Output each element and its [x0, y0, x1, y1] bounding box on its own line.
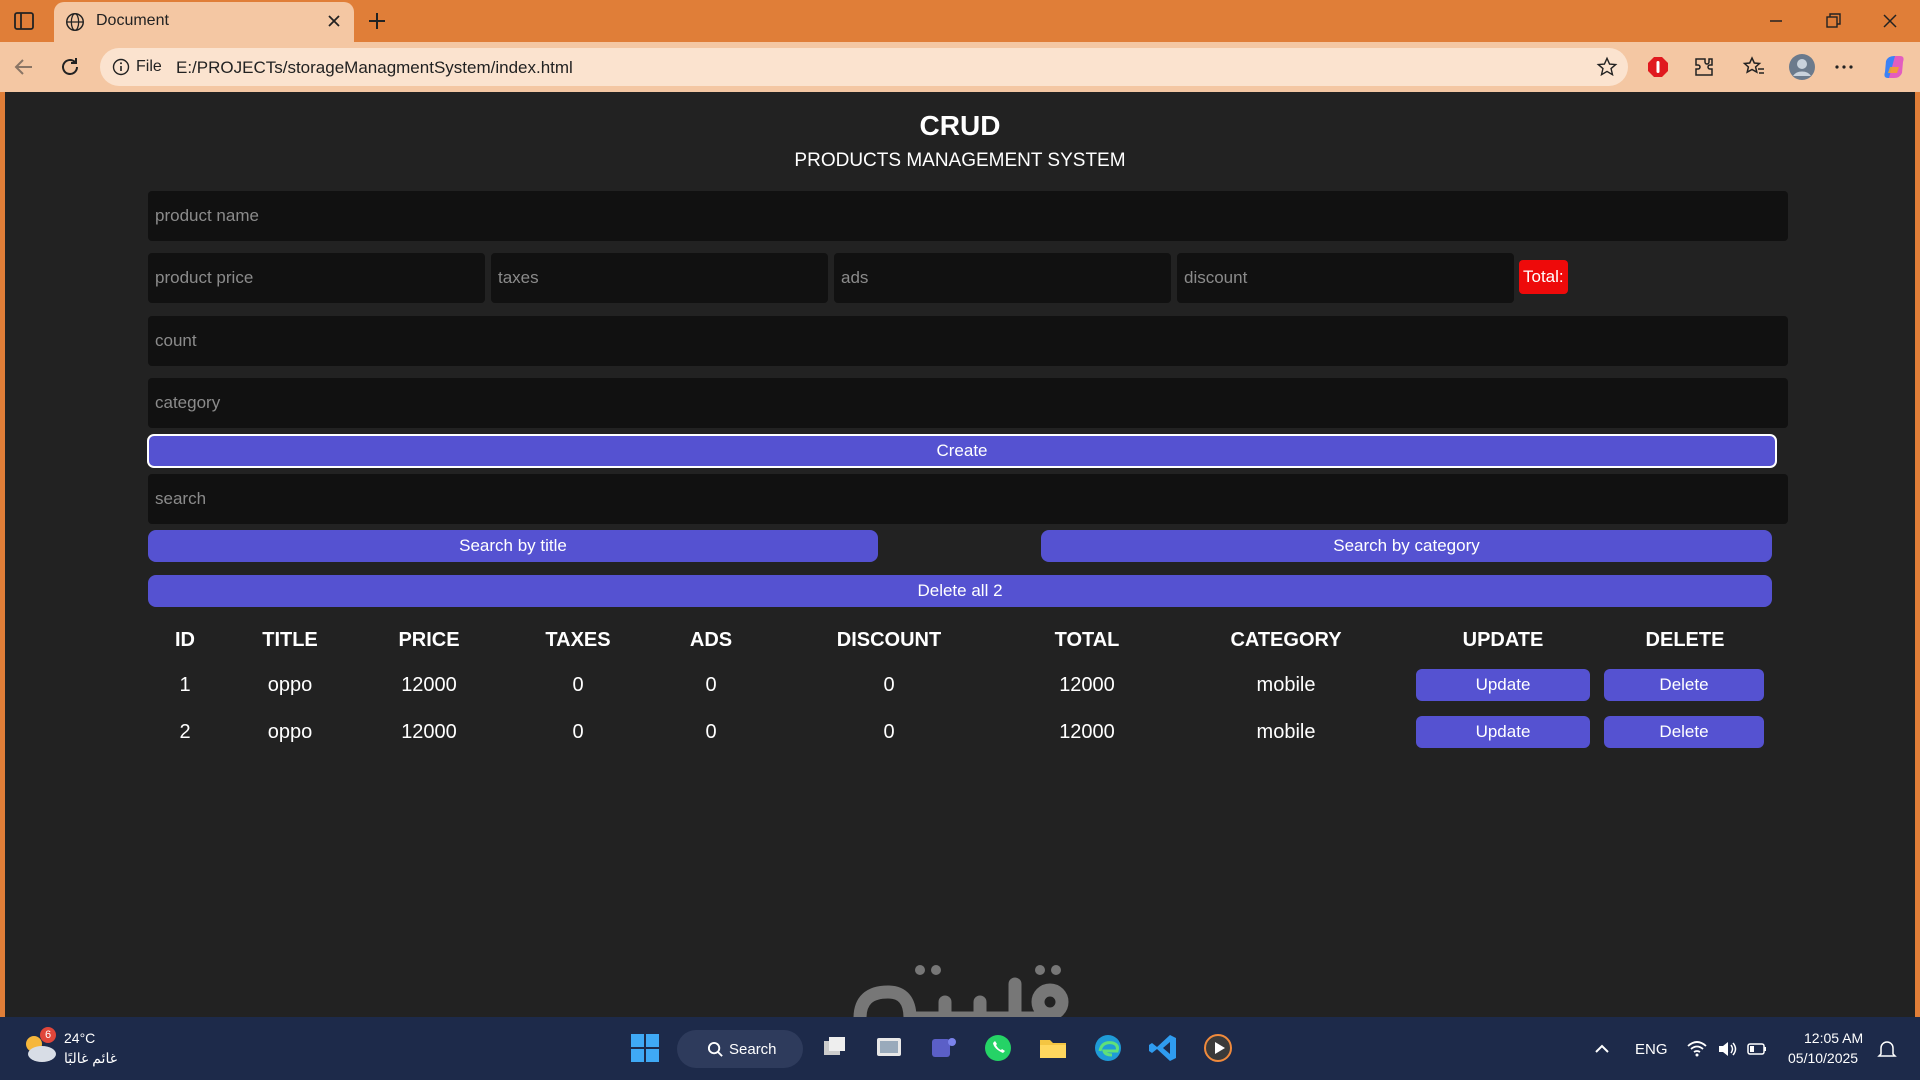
- browser-address-bar: File E:/PROJECTs/storageManagmentSystem/…: [0, 42, 1920, 92]
- cell-category: mobile: [1256, 721, 1316, 743]
- url-text: E:/PROJECTs/storageManagmentSystem/index…: [176, 58, 573, 77]
- cell-discount: 0: [883, 674, 895, 696]
- weather-temperature: 24°C: [64, 1030, 96, 1046]
- cell-price: 12000: [401, 674, 457, 696]
- cell-total: 12000: [1059, 674, 1115, 696]
- volume-icon[interactable]: [1716, 1038, 1738, 1060]
- teams-icon[interactable]: [926, 1031, 960, 1065]
- update-button[interactable]: Update: [1416, 669, 1590, 701]
- ads-input[interactable]: [834, 253, 1171, 303]
- tab-actions-icon[interactable]: [12, 9, 36, 33]
- cell-taxes: 0: [572, 674, 584, 696]
- header-delete: DELETE: [1645, 629, 1725, 651]
- header-update: UPDATE: [1462, 629, 1544, 651]
- category-input[interactable]: [148, 378, 1788, 428]
- header-id: ID: [175, 629, 195, 651]
- cell-id: 2: [179, 721, 191, 743]
- windows-start-icon[interactable]: [628, 1031, 662, 1065]
- weather-description: غائم غالبًا: [64, 1050, 118, 1066]
- clock-time[interactable]: 12:05 AM: [1804, 1030, 1863, 1046]
- copilot-icon[interactable]: [1880, 53, 1908, 81]
- taskbar-search-label: Search: [729, 1041, 777, 1058]
- watermark-logo: [853, 965, 1069, 1017]
- create-button[interactable]: Create: [147, 434, 1777, 468]
- browser-tab-bar: Document: [0, 0, 1920, 42]
- cell-ads: 0: [705, 721, 717, 743]
- extensions-icon[interactable]: [1692, 55, 1716, 79]
- search-by-category-button[interactable]: Search by category: [1041, 530, 1772, 562]
- cell-taxes: 0: [572, 721, 584, 743]
- taxes-input[interactable]: [491, 253, 828, 303]
- more-options-icon[interactable]: [1832, 55, 1856, 79]
- delete-button[interactable]: Delete: [1604, 669, 1764, 701]
- media-player-icon[interactable]: [1201, 1031, 1235, 1065]
- tab-title: Document: [96, 12, 169, 29]
- cell-title: oppo: [267, 674, 313, 696]
- wifi-icon[interactable]: [1686, 1038, 1708, 1060]
- task-view-icon[interactable]: [818, 1031, 852, 1065]
- adblock-icon[interactable]: [1646, 55, 1670, 79]
- chevron-up-icon[interactable]: [1590, 1037, 1614, 1061]
- header-price: PRICE: [398, 629, 460, 651]
- count-input[interactable]: [148, 316, 1788, 366]
- language-indicator[interactable]: ENG: [1635, 1041, 1668, 1058]
- search-by-title-button[interactable]: Search by title: [148, 530, 878, 562]
- file-explorer-icon[interactable]: [1036, 1031, 1070, 1065]
- url-field[interactable]: File E:/PROJECTs/storageManagmentSystem/…: [100, 48, 1628, 86]
- header-ads: ADS: [689, 629, 733, 651]
- total-badge: Total:: [1519, 260, 1568, 294]
- taskbar-search-button[interactable]: Search: [677, 1030, 803, 1068]
- new-tab-icon[interactable]: [364, 8, 390, 34]
- globe-icon: [66, 13, 84, 31]
- favorites-icon[interactable]: [1742, 55, 1766, 79]
- minimize-icon[interactable]: [1762, 8, 1790, 34]
- product-price-input[interactable]: [148, 253, 485, 303]
- notifications-icon[interactable]: [1876, 1038, 1898, 1060]
- close-window-icon[interactable]: [1876, 8, 1904, 34]
- cell-price: 12000: [401, 721, 457, 743]
- close-tab-icon[interactable]: [324, 11, 344, 31]
- header-discount: DISCOUNT: [836, 629, 942, 651]
- taskbar: 6 24°C غائم غالبًا Search ENG 12:05 AM 0…: [0, 1017, 1920, 1080]
- header-title: TITLE: [262, 629, 318, 651]
- search-input[interactable]: [148, 474, 1788, 524]
- back-arrow-icon[interactable]: [12, 55, 36, 79]
- cell-total: 12000: [1059, 721, 1115, 743]
- edge-browser-icon[interactable]: [1091, 1031, 1125, 1065]
- restore-icon[interactable]: [1819, 8, 1847, 34]
- page-title: CRUD: [919, 110, 1001, 141]
- delete-all-button[interactable]: Delete all 2: [148, 575, 1772, 607]
- update-button[interactable]: Update: [1416, 716, 1590, 748]
- whatsapp-icon[interactable]: [981, 1031, 1015, 1065]
- clock-date[interactable]: 05/10/2025: [1788, 1050, 1858, 1066]
- product-name-input[interactable]: [148, 191, 1788, 241]
- cell-ads: 0: [705, 674, 717, 696]
- cell-discount: 0: [883, 721, 895, 743]
- favorite-star-icon[interactable]: [1596, 56, 1618, 78]
- refresh-icon[interactable]: [58, 55, 82, 79]
- page-content: CRUD PRODUCTS MANAGEMENT SYSTEM Total: C…: [5, 92, 1915, 1017]
- header-category: CATEGORY: [1230, 629, 1342, 651]
- info-icon[interactable]: [112, 58, 130, 76]
- profile-avatar-icon[interactable]: [1788, 53, 1816, 81]
- cell-title: oppo: [267, 721, 313, 743]
- cell-category: mobile: [1256, 674, 1316, 696]
- vscode-icon[interactable]: [1146, 1031, 1180, 1065]
- header-taxes: TAXES: [545, 629, 611, 651]
- cell-id: 1: [179, 674, 191, 696]
- search-icon: [707, 1041, 723, 1057]
- browser-tab-active[interactable]: Document: [54, 2, 354, 42]
- url-scheme-label: File: [136, 58, 162, 75]
- delete-button[interactable]: Delete: [1604, 716, 1764, 748]
- screen-capture-icon[interactable]: [872, 1031, 906, 1065]
- battery-icon[interactable]: [1746, 1038, 1768, 1060]
- discount-input[interactable]: [1177, 253, 1514, 303]
- page-subtitle: PRODUCTS MANAGEMENT SYSTEM: [794, 150, 1126, 171]
- weather-alert-badge: 6: [40, 1027, 56, 1043]
- header-total: TOTAL: [1054, 629, 1120, 651]
